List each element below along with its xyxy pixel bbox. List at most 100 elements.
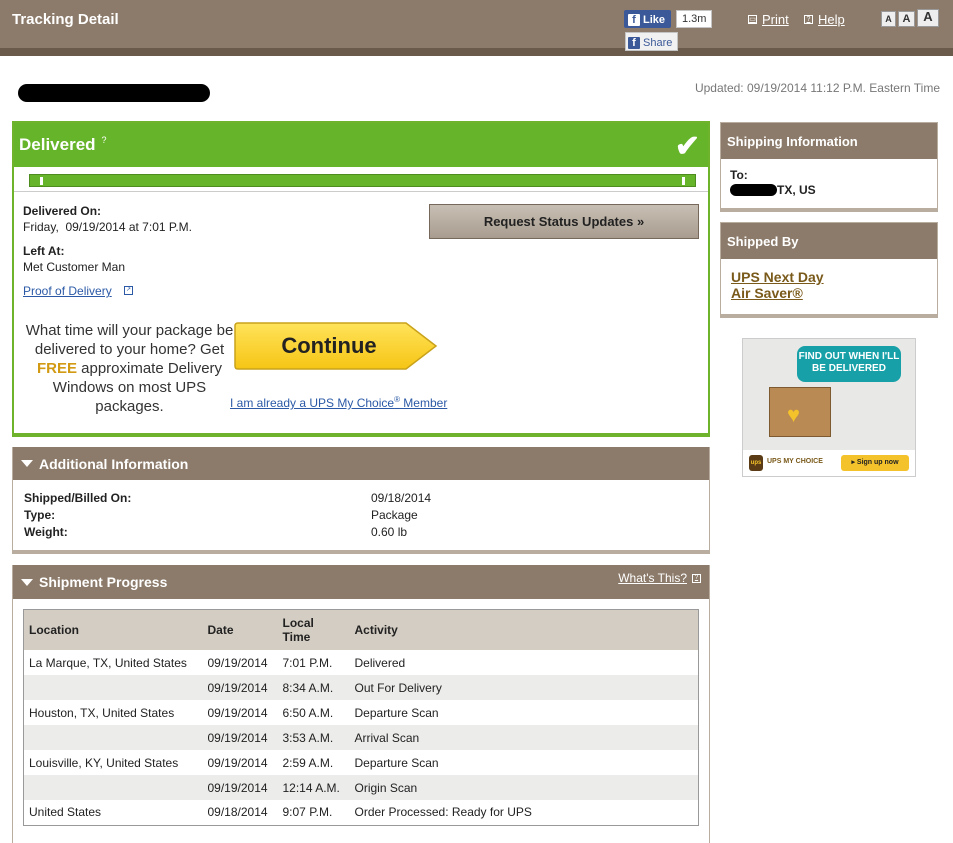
my-choice-member-link[interactable]: I am already a UPS My Choice® Member <box>230 395 447 410</box>
continue-button[interactable]: Continue <box>234 321 439 371</box>
column-header-date: Date <box>202 609 278 650</box>
shipped-by-panel: Shipped By UPS Next Day Air Saver® <box>720 222 938 318</box>
help-icon: ? <box>804 15 813 24</box>
collapse-arrow-icon <box>21 578 33 586</box>
facebook-like-button[interactable]: f Like <box>624 10 672 28</box>
print-label: Print <box>762 12 789 27</box>
cell-activity: Delivered <box>354 655 406 670</box>
service-level-link[interactable]: UPS Next Day Air Saver® <box>731 269 824 301</box>
cell-location: Houston, TX, United States <box>29 705 175 720</box>
cell-activity: Departure Scan <box>354 705 439 720</box>
table-row: 09/19/2014 12:14 A.M. Origin Scan <box>23 775 699 800</box>
column-header-activity: Activity <box>349 609 699 650</box>
ups-my-choice-ad[interactable]: FIND OUT WHEN I'LL BE DELIVERED ♥ ups UP… <box>742 338 916 477</box>
cell-date: 09/19/2014 <box>207 755 268 770</box>
help-link[interactable]: ? Help <box>804 12 845 27</box>
facebook-like-label: Like <box>643 14 666 26</box>
facebook-icon: f <box>628 36 640 49</box>
cell-date: 09/19/2014 <box>202 675 278 700</box>
request-status-updates-button[interactable]: Request Status Updates » <box>429 204 699 239</box>
cell-time: 12:14 A.M. <box>277 775 350 800</box>
shipped-by-header: Shipped By <box>721 223 937 259</box>
left-at-value: Met Customer Man <box>23 260 126 274</box>
shipping-information-panel: Shipping Information To: TX, US <box>720 122 938 212</box>
print-icon: ▭ <box>748 15 757 24</box>
checkmark-icon: ✔ <box>674 130 700 163</box>
cell-location <box>23 725 203 750</box>
cell-time: 8:34 A.M. <box>277 675 350 700</box>
shipped-billed-label: Shipped/Billed On: <box>24 491 132 505</box>
delivered-on-value: Friday, 09/19/2014 at 7:01 P.M. <box>23 220 192 234</box>
status-title: Delivered <box>19 135 96 154</box>
collapse-arrow-icon <box>21 460 33 467</box>
free-highlight: FREE <box>36 360 77 377</box>
column-header-local-time: Local Time <box>277 609 350 650</box>
proof-of-delivery-link[interactable]: Proof of Delivery <box>23 284 112 298</box>
redacted-tracking-number <box>18 84 210 102</box>
cell-activity: Out For Delivery <box>349 675 699 700</box>
facebook-share-label: Share <box>643 36 673 49</box>
cell-location: La Marque, TX, United States <box>29 655 187 670</box>
ad-signup-button[interactable]: ▸ Sign up now <box>841 455 909 471</box>
ups-logo-icon: ups <box>749 455 763 471</box>
print-link[interactable]: ▭ Print <box>748 12 789 27</box>
cell-time: 3:53 A.M. <box>277 725 350 750</box>
additional-information-section: Additional Information Shipped/Billed On… <box>12 447 710 554</box>
cell-activity: Departure Scan <box>354 755 439 770</box>
ship-to-value: TX, US <box>777 183 816 197</box>
cell-date: 09/19/2014 <box>202 775 278 800</box>
ad-headline: FIND OUT WHEN I'LL BE DELIVERED <box>797 346 901 382</box>
heart-icon: ♥ <box>787 402 801 427</box>
whats-this-link[interactable]: What's This? ? <box>618 571 701 585</box>
cell-time: 6:50 A.M. <box>282 705 334 720</box>
help-label: Help <box>818 12 845 27</box>
additional-information-header[interactable]: Additional Information <box>13 447 709 480</box>
cell-location: Louisville, KY, United States <box>29 755 179 770</box>
delivery-progress-bar <box>29 174 696 187</box>
type-value: Package <box>371 508 418 522</box>
facebook-icon: f <box>628 14 640 26</box>
cell-date: 09/19/2014 <box>202 725 278 750</box>
continue-label: Continue <box>281 333 376 358</box>
weight-label: Weight: <box>24 525 68 539</box>
popup-icon[interactable]: ↗ <box>124 286 133 295</box>
page-title: Tracking Detail <box>12 11 119 28</box>
column-header-location: Location <box>23 609 203 650</box>
table-row: 09/19/2014 3:53 A.M. Arrival Scan <box>23 725 699 750</box>
redacted-address <box>730 184 777 196</box>
delivered-on-label: Delivered On: <box>23 204 102 218</box>
shipment-progress-table: Location Date Local Time Activity La Marq… <box>23 609 699 826</box>
shipment-progress-section: Shipment Progress What's This? ? Locatio… <box>12 565 710 843</box>
cell-time: 7:01 P.M. <box>282 655 333 670</box>
table-row: Louisville, KY, United States 09/19/2014 2… <box>24 750 699 775</box>
cell-date: 09/19/2014 <box>207 655 268 670</box>
top-bar: Tracking Detail f Like 1.3m f Share ▭ Pr… <box>0 0 953 56</box>
delivery-status-panel: Delivered? ✔ Delivered On: Friday, 09/19… <box>12 121 710 437</box>
facebook-like-count: 1.3m <box>676 10 713 28</box>
status-help-icon[interactable]: ? <box>102 135 107 145</box>
table-row: 09/19/2014 8:34 A.M. Out For Delivery <box>23 675 699 700</box>
cell-time: 9:07 P.M. <box>282 805 333 820</box>
my-choice-promo-text: What time will your package be delivered… <box>25 322 234 415</box>
table-row: United States 09/18/2014 9:07 P.M. Order Pr… <box>24 800 699 825</box>
facebook-share-button[interactable]: f Share <box>625 32 679 51</box>
table-row: Houston, TX, United States 09/19/2014 6:50… <box>24 700 699 725</box>
left-at-label: Left At: <box>23 244 65 258</box>
font-size-medium-button[interactable]: A <box>898 11 915 27</box>
shipped-billed-value: 09/18/2014 <box>371 491 432 505</box>
shipping-information-header: Shipping Information <box>721 123 937 159</box>
ad-brand: UPS MY CHOICE <box>767 458 823 465</box>
updated-timestamp: Updated: 09/19/2014 11:12 P.M. Eastern T… <box>694 81 940 95</box>
cell-time: 2:59 A.M. <box>282 755 334 770</box>
cell-activity: Arrival Scan <box>349 725 699 750</box>
cell-location <box>23 775 203 800</box>
cell-location <box>23 675 203 700</box>
font-size-small-button[interactable]: A <box>881 11 896 27</box>
help-icon: ? <box>692 573 701 583</box>
cell-activity: Origin Scan <box>349 775 699 800</box>
shipment-progress-header[interactable]: Shipment Progress What's This? ? <box>13 565 709 599</box>
font-size-large-button[interactable]: A <box>917 9 939 27</box>
status-header: Delivered? ✔ <box>14 123 708 167</box>
cell-date: 09/19/2014 <box>207 705 268 720</box>
table-row: La Marque, TX, United States 09/19/2014 7:… <box>24 650 699 675</box>
